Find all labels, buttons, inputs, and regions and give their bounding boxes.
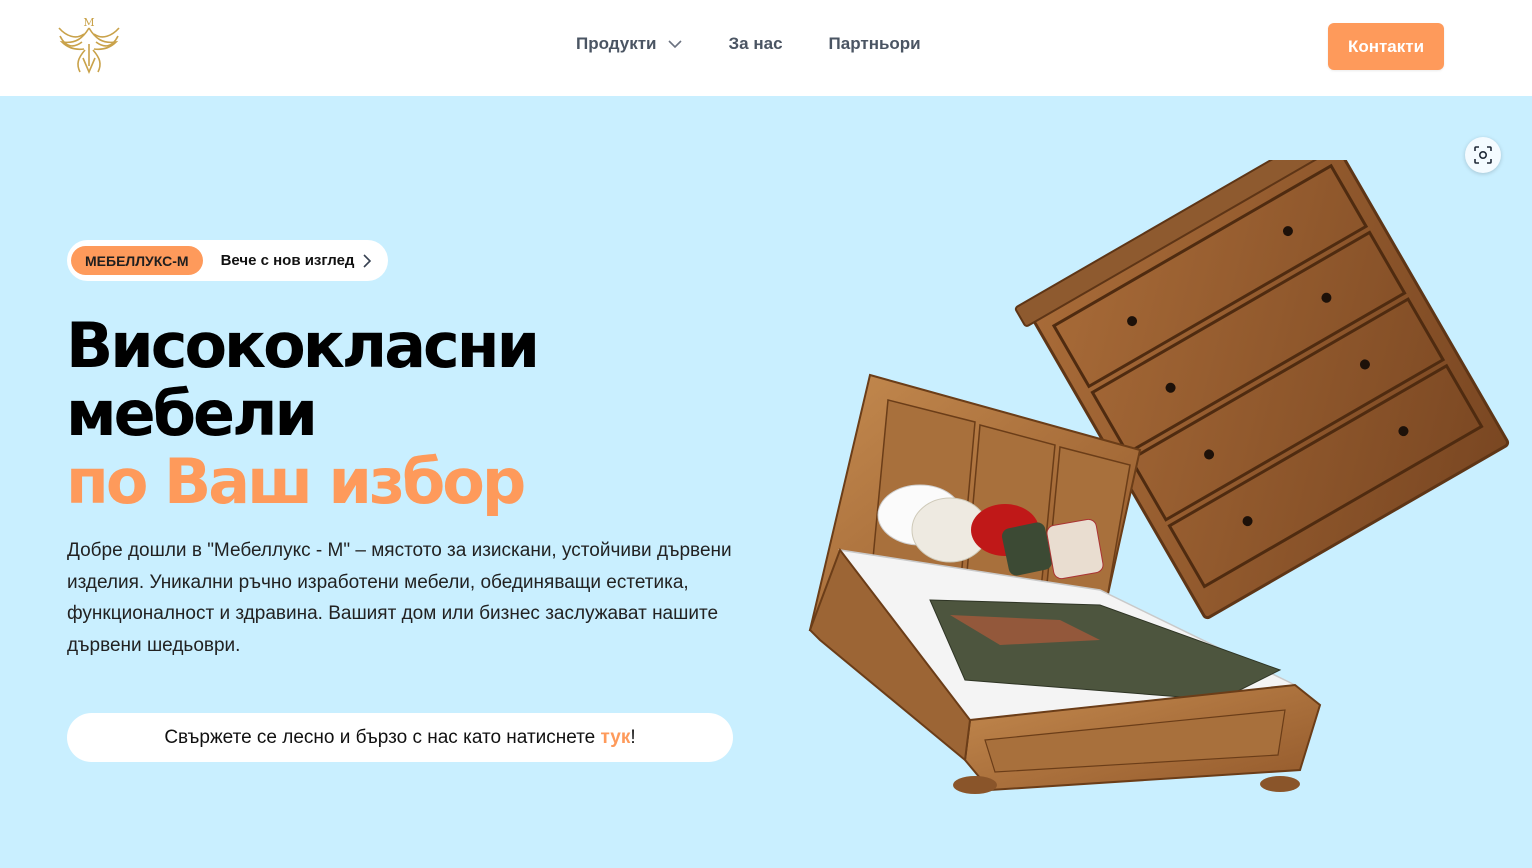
hero-title: Висококласни мебели по Ваш избор — [66, 312, 626, 516]
nav-partners[interactable]: Партньори — [829, 34, 921, 54]
nav-products[interactable]: Продукти — [576, 34, 683, 54]
cta-suffix: ! — [630, 726, 636, 748]
chevron-right-icon — [363, 254, 372, 268]
nav-about[interactable]: За нас — [729, 34, 783, 54]
hero-title-line2: мебели — [66, 377, 318, 450]
hero-title-accent: по Ваш избор — [66, 445, 526, 518]
chevron-down-icon — [667, 40, 682, 49]
announcement-pill[interactable]: МЕБЕЛЛУКС-М Вече с нов изглед — [67, 240, 388, 281]
hero-title-line1: Висококласни — [66, 309, 540, 382]
nav-products-label: Продукти — [576, 34, 657, 53]
contacts-button[interactable]: Контакти — [1328, 23, 1444, 70]
logo-phoenix-icon[interactable]: M — [56, 14, 122, 78]
furniture-illustration — [808, 160, 1510, 794]
cta-text: Свържете се лесно и бързо с нас като нат… — [164, 726, 601, 748]
pill-text: Вече с нов изглед — [220, 252, 355, 269]
svg-text:M: M — [83, 16, 94, 29]
main-nav: Продукти За нас Партньори — [576, 34, 921, 54]
brand-badge: МЕБЕЛЛУКС-М — [71, 246, 203, 275]
cta-link[interactable]: тук — [601, 727, 631, 749]
site-header: M Продукти За нас Партньори Контакти — [0, 0, 1532, 96]
hero-description: Добре дошли в "Мебеллукс - М" – мястото … — [67, 540, 732, 656]
contact-cta: Свържете се лесно и бързо с нас като нат… — [67, 713, 733, 762]
